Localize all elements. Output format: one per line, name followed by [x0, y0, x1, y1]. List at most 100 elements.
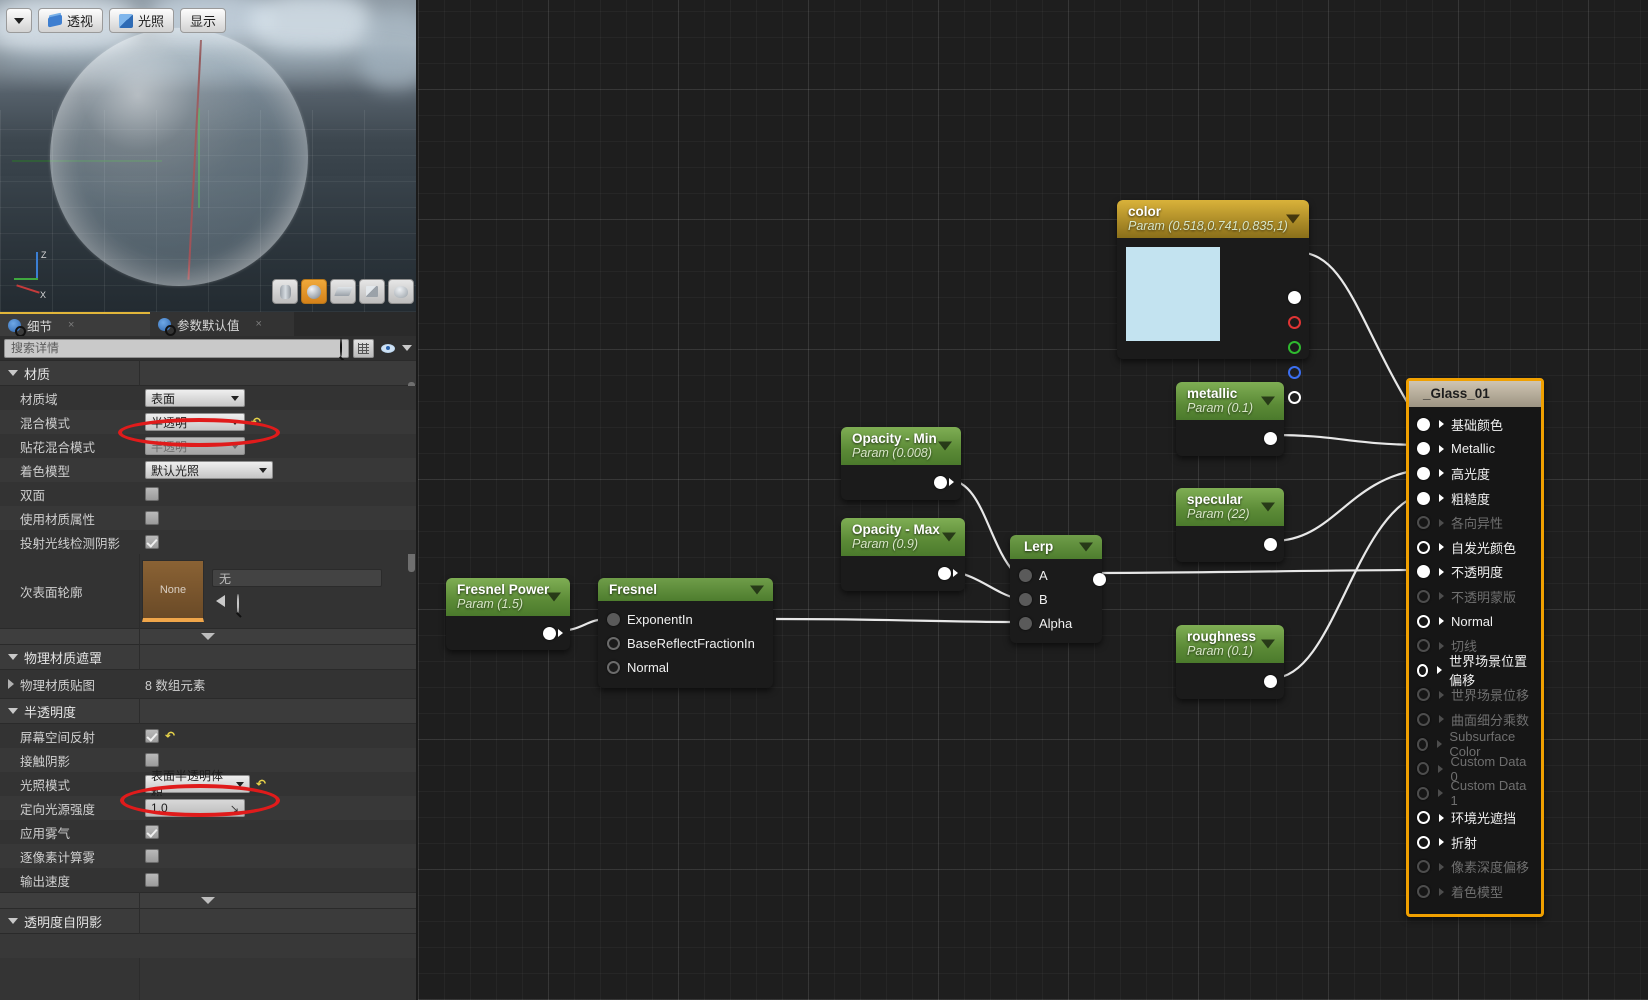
- row-shading-model[interactable]: 着色模型 默认光照: [0, 458, 416, 482]
- pin-row-base-color[interactable]: 基础颜色: [1409, 412, 1541, 437]
- node-opacity-min-param[interactable]: Opacity - Min Param (0.008): [841, 427, 961, 500]
- pin-input[interactable]: [1417, 491, 1430, 505]
- lighting-mode-combo[interactable]: 表面半透明体积: [145, 769, 250, 800]
- pin-row-world-position-offset[interactable]: 世界场景位置偏移: [1409, 654, 1541, 688]
- pin-input[interactable]: [1417, 565, 1430, 579]
- pin-row-basereflectfractionin[interactable]: BaseReflectFractionIn: [598, 631, 773, 655]
- material-preview-viewport[interactable]: Z X 透视 光照 显示: [0, 0, 416, 312]
- pin-input[interactable]: [1417, 614, 1430, 628]
- material-domain-combo[interactable]: 表面: [145, 389, 245, 407]
- viewport-options-dropdown[interactable]: [6, 8, 32, 33]
- pin-input[interactable]: [1417, 417, 1430, 431]
- row-screen-space-reflections[interactable]: 屏幕空间反射 ↶: [0, 724, 416, 748]
- pin-input[interactable]: [1417, 540, 1430, 554]
- screen-space-reflections-checkbox[interactable]: [145, 729, 159, 743]
- node-opacity-max-param[interactable]: Opacity - Max Param (0.9): [841, 518, 965, 591]
- material-graph-canvas[interactable]: color Param (0.518,0.741,0.835,1) metall…: [418, 0, 1648, 1000]
- pin-input[interactable]: [607, 636, 620, 650]
- pin-row-roughness[interactable]: 粗糙度: [1409, 486, 1541, 511]
- directional-lighting-intensity-field[interactable]: 1.0 ↘: [145, 799, 245, 817]
- pin-input[interactable]: [1417, 442, 1430, 456]
- shape-teapot-button[interactable]: [388, 279, 414, 304]
- details-property-list[interactable]: 材质 材质域 表面 混合模式 半透明 ↶ 贴花混合模式 半透明 着色模型 默认光…: [0, 360, 416, 1000]
- reset-to-default-icon[interactable]: ↶: [165, 730, 175, 742]
- row-directional-lighting-intensity[interactable]: 定向光源强度 1.0 ↘: [0, 796, 416, 820]
- pin-output[interactable]: [938, 566, 951, 580]
- row-apply-fogging[interactable]: 应用雾气: [0, 820, 416, 844]
- row-lighting-mode[interactable]: 光照模式 表面半透明体积 ↶: [0, 769, 416, 800]
- row-two-sided[interactable]: 双面: [0, 482, 416, 506]
- output-velocity-checkbox[interactable]: [145, 873, 159, 887]
- blend-mode-combo[interactable]: 半透明: [145, 413, 245, 431]
- node-header[interactable]: Fresnel: [598, 578, 773, 601]
- reset-to-default-icon[interactable]: ↶: [251, 416, 261, 428]
- shape-cube-button[interactable]: [359, 279, 385, 304]
- section-material-expander[interactable]: [0, 628, 416, 644]
- viewport-perspective-button[interactable]: 透视: [38, 8, 104, 33]
- pin-output[interactable]: [1264, 431, 1277, 445]
- pin-input[interactable]: [1417, 466, 1430, 480]
- reset-to-default-icon[interactable]: ↶: [256, 778, 266, 790]
- search-input[interactable]: [4, 338, 349, 358]
- pin-row-alpha[interactable]: Alpha: [1010, 611, 1102, 635]
- pin-row-emissive-color[interactable]: 自发光颜色: [1409, 535, 1541, 560]
- color-swatch[interactable]: [1126, 247, 1220, 341]
- contact-shadows-checkbox[interactable]: [145, 753, 159, 767]
- asset-value-field[interactable]: 无: [212, 569, 382, 587]
- node-color-param[interactable]: color Param (0.518,0.741,0.835,1): [1117, 200, 1309, 404]
- pin-input[interactable]: [1019, 616, 1032, 630]
- row-physical-material-map[interactable]: 物理材质贴图 8 数组元素: [0, 670, 416, 698]
- grid-view-icon[interactable]: [353, 338, 374, 358]
- viewport-lighting-button[interactable]: 光照: [109, 8, 175, 33]
- pin-output[interactable]: [1264, 537, 1277, 551]
- chevron-down-icon[interactable]: [942, 532, 956, 542]
- shape-plane-button[interactable]: [330, 279, 356, 304]
- viewport-show-button[interactable]: 显示: [180, 8, 227, 33]
- pin-input[interactable]: [607, 612, 620, 626]
- tab-details[interactable]: 细节 ×: [0, 312, 150, 337]
- row-cast-ray-traced-shadows[interactable]: 投射光线检测阴影: [0, 530, 416, 554]
- pin-input[interactable]: [607, 660, 620, 674]
- pin-input[interactable]: [1019, 592, 1032, 606]
- shape-sphere-button[interactable]: [301, 279, 327, 304]
- row-subsurface-profile[interactable]: 次表面轮廓 None 无: [0, 554, 416, 628]
- pin-output[interactable]: [934, 475, 947, 489]
- section-translucency-expander[interactable]: [0, 892, 416, 908]
- eye-icon[interactable]: [378, 339, 398, 358]
- node-header[interactable]: Opacity - Max Param (0.9): [841, 518, 965, 556]
- pin-output[interactable]: [543, 626, 556, 640]
- pin-a[interactable]: [1288, 391, 1301, 404]
- node-header[interactable]: Lerp: [1010, 535, 1102, 559]
- pin-input[interactable]: [1417, 811, 1430, 825]
- chevron-down-icon[interactable]: [1079, 542, 1093, 552]
- subsurface-profile-thumbnail[interactable]: None: [142, 560, 204, 622]
- use-selected-asset-icon[interactable]: [216, 595, 225, 607]
- pin-b[interactable]: [1288, 366, 1301, 379]
- pin-input[interactable]: [1417, 835, 1430, 849]
- chevron-down-icon[interactable]: [938, 441, 952, 451]
- chevron-right-icon[interactable]: [8, 679, 14, 689]
- section-header-translucency-self-shadowing[interactable]: 透明度自阴影: [0, 908, 416, 934]
- node-fresnel-power-param[interactable]: Fresnel Power Param (1.5): [446, 578, 570, 650]
- preview-sphere-mesh[interactable]: [50, 28, 308, 286]
- search-icon[interactable]: [340, 338, 342, 357]
- chevron-down-icon[interactable]: [547, 592, 561, 602]
- chevron-down-icon[interactable]: [1261, 639, 1275, 649]
- row-use-material-attributes[interactable]: 使用材质属性: [0, 506, 416, 530]
- pin-input[interactable]: [1019, 568, 1032, 582]
- pin-input[interactable]: [1417, 663, 1429, 677]
- pin-row-refraction[interactable]: 折射: [1409, 830, 1541, 855]
- row-material-domain[interactable]: 材质域 表面: [0, 386, 416, 410]
- pin-row-opacity[interactable]: 不透明度: [1409, 560, 1541, 585]
- tab-parameter-defaults[interactable]: 参数默认值 ×: [150, 312, 294, 336]
- pin-row-specular[interactable]: 高光度: [1409, 461, 1541, 486]
- node-header[interactable]: metallic Param (0.1): [1176, 382, 1284, 420]
- section-header-translucency[interactable]: 半透明度: [0, 698, 416, 724]
- row-blend-mode[interactable]: 混合模式 半透明 ↶: [0, 410, 416, 434]
- chevron-down-icon[interactable]: [1261, 502, 1275, 512]
- node-header[interactable]: _Glass_01: [1409, 381, 1541, 407]
- chevron-down-icon[interactable]: [750, 585, 764, 594]
- node-lerp[interactable]: Lerp A B Alpha: [1010, 535, 1106, 643]
- section-header-physical-material-mask[interactable]: 物理材质遮罩: [0, 644, 416, 670]
- drag-handle-icon[interactable]: ↘: [230, 802, 239, 815]
